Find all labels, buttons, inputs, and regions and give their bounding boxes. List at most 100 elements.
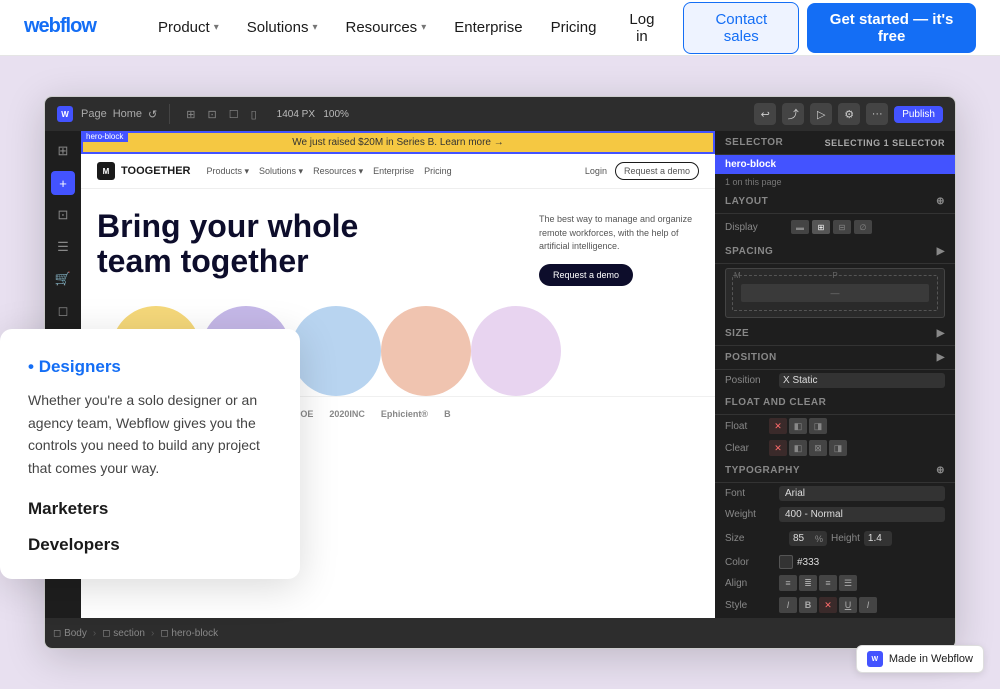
style-icons: I B ✕ U I <box>779 597 877 613</box>
strikethrough-x-icon[interactable]: ✕ <box>819 597 837 613</box>
align-left-icon[interactable]: ≡ <box>779 575 797 591</box>
circle-lavender <box>471 306 561 396</box>
align-center-icon[interactable]: ≣ <box>799 575 817 591</box>
spacing-expand-icon[interactable]: ▶ <box>937 246 945 257</box>
navbar: webflow Product ▾ Solutions ▾ Resources … <box>0 0 1000 56</box>
popup-card: Designers Whether you're a solo designer… <box>0 329 300 579</box>
selector-element-bar[interactable]: hero-block <box>715 155 955 174</box>
undo-icon[interactable]: ↩ <box>754 103 776 125</box>
hero-right: The best way to manage and organize remo… <box>539 209 699 286</box>
float-right-icon[interactable]: ◨ <box>809 418 827 434</box>
clear-row: Clear ✕ ◧ ⊠ ◨ <box>715 437 955 459</box>
publish-button[interactable]: Publish <box>894 106 943 123</box>
settings-icon[interactable]: ⚙ <box>838 103 860 125</box>
position-row: Position X Static <box>715 370 955 391</box>
display-grid-icon[interactable]: ⊟ <box>833 220 851 234</box>
underline-icon[interactable]: U <box>839 597 857 613</box>
get-started-button[interactable]: Get started — it's free <box>807 3 976 53</box>
webflow-badge-icon: W <box>867 651 883 667</box>
weight-dropdown[interactable]: 400 - Normal <box>779 507 945 522</box>
assets-icon[interactable]: ⊡ <box>51 203 75 227</box>
position-section-header[interactable]: Position ▶ <box>715 346 955 370</box>
bold-icon[interactable]: B <box>799 597 817 613</box>
font-dropdown[interactable]: Arial <box>779 486 945 501</box>
float-section-header[interactable]: Float and clear <box>715 391 955 415</box>
float-x-icon[interactable]: ✕ <box>769 418 787 434</box>
float-left-icon[interactable]: ◧ <box>789 418 807 434</box>
chevron-down-icon: ▾ <box>214 22 219 33</box>
ecommerce-icon[interactable]: 🛒 <box>51 267 75 291</box>
breadcrumb-hero-block[interactable]: ◻ hero-block <box>160 628 218 639</box>
float-row: Float ✕ ◧ ◨ <box>715 415 955 437</box>
made-in-webflow-badge[interactable]: W Made in Webflow <box>856 645 984 673</box>
size-height-row: Size 85 % Height 1.4 <box>715 525 955 552</box>
typography-expand-icon[interactable]: ⊕ <box>936 465 945 476</box>
chevron-down-icon: ▾ <box>312 22 317 33</box>
webflow-logo[interactable]: webflow <box>24 13 114 43</box>
font-size-field[interactable]: 85 % <box>789 531 827 546</box>
nav-resources[interactable]: Resources ▾ <box>333 13 438 42</box>
hero-cta-button[interactable]: Request a demo <box>539 264 633 286</box>
spacing-outer: P — <box>732 275 938 311</box>
line-height-field[interactable]: 1.4 <box>864 531 892 546</box>
login-button[interactable]: Log in <box>608 3 675 53</box>
more-icon[interactable]: ··· <box>866 103 888 125</box>
layout-expand-icon[interactable]: ⊕ <box>936 196 945 207</box>
popup-marketers-label[interactable]: Marketers <box>28 499 272 519</box>
nav-enterprise[interactable]: Enterprise <box>442 13 534 42</box>
topbar-devices: ⊞ ⊡ ☐ ▯ <box>182 106 260 123</box>
device-tablet[interactable]: ⊡ <box>203 106 220 123</box>
position-expand-icon[interactable]: ▶ <box>937 352 945 363</box>
display-block-icon[interactable]: ▬ <box>791 220 809 234</box>
pages-icon[interactable]: ◻ <box>51 299 75 323</box>
position-dropdown[interactable]: X Static <box>779 373 945 388</box>
preview-icon[interactable]: ▷ <box>810 103 832 125</box>
size-section-header[interactable]: Size ▶ <box>715 322 955 346</box>
contact-sales-button[interactable]: Contact sales <box>683 2 799 54</box>
nav-product[interactable]: Product ▾ <box>146 13 231 42</box>
circle-peach <box>381 306 471 396</box>
nav-solutions[interactable]: Solutions ▾ <box>235 13 330 42</box>
italic2-icon[interactable]: I <box>859 597 877 613</box>
navigator-icon[interactable]: ⊞ <box>51 139 75 163</box>
device-mobile[interactable]: ☐ <box>225 106 243 123</box>
device-desktop[interactable]: ⊞ <box>182 106 199 123</box>
align-right-icon[interactable]: ≡ <box>819 575 837 591</box>
clear-icons: ✕ ◧ ⊠ ◨ <box>769 440 847 456</box>
designer-topbar: W Page Home ↺ ⊞ ⊡ ☐ ▯ 1404 PX 100% ↩ ⤴ <box>45 97 955 131</box>
clear-x-icon[interactable]: ✕ <box>769 440 787 456</box>
clear-both-icon[interactable]: ⊠ <box>809 440 827 456</box>
italic-icon[interactable]: I <box>779 597 797 613</box>
typography-section-header[interactable]: Typography ⊕ <box>715 459 955 483</box>
display-flex-icon[interactable]: ⊞ <box>812 220 830 234</box>
breadcrumb-body[interactable]: ◻ Body <box>53 628 87 639</box>
site-nav-right-preview: Login Request a demo <box>585 162 699 180</box>
nav-pricing[interactable]: Pricing <box>539 13 609 42</box>
popup-designers-desc: Whether you're a solo designer or an age… <box>28 389 272 479</box>
share-icon[interactable]: ⤴ <box>782 103 804 125</box>
style-row: Style I B ✕ U I <box>715 594 955 616</box>
add-element-icon[interactable]: + <box>51 171 75 195</box>
selector-count: 1 on this page <box>715 174 955 190</box>
cms-icon[interactable]: ☰ <box>51 235 75 259</box>
float-icons: ✕ ◧ ◨ <box>769 418 827 434</box>
page-info: Page Home ↺ <box>81 108 157 121</box>
color-swatch <box>779 555 793 569</box>
size-expand-icon[interactable]: ▶ <box>937 328 945 339</box>
demo-button-preview: Request a demo <box>615 162 699 180</box>
breadcrumb-section[interactable]: ◻ section <box>102 628 145 639</box>
hero-text: Bring your whole team together <box>97 209 519 279</box>
designer-right-panel: Selector Selecting 1 selector hero-block… <box>715 131 955 618</box>
align-justify-icon[interactable]: ☰ <box>839 575 857 591</box>
align-icons: ≡ ≣ ≡ ☰ <box>779 575 857 591</box>
clear-left-icon[interactable]: ◧ <box>789 440 807 456</box>
breadcrumb-sep-2: › <box>151 628 154 639</box>
hero-heading: Bring your whole team together <box>97 209 519 279</box>
device-mobile-sm[interactable]: ▯ <box>247 106 261 123</box>
spacing-section-header[interactable]: Spacing ▶ <box>715 240 955 264</box>
display-none-icon[interactable]: ∅ <box>854 220 872 234</box>
popup-designers-label[interactable]: Designers <box>28 357 272 377</box>
clear-right-icon[interactable]: ◨ <box>829 440 847 456</box>
color-field[interactable]: #333 <box>779 555 819 569</box>
popup-developers-label[interactable]: Developers <box>28 535 272 555</box>
